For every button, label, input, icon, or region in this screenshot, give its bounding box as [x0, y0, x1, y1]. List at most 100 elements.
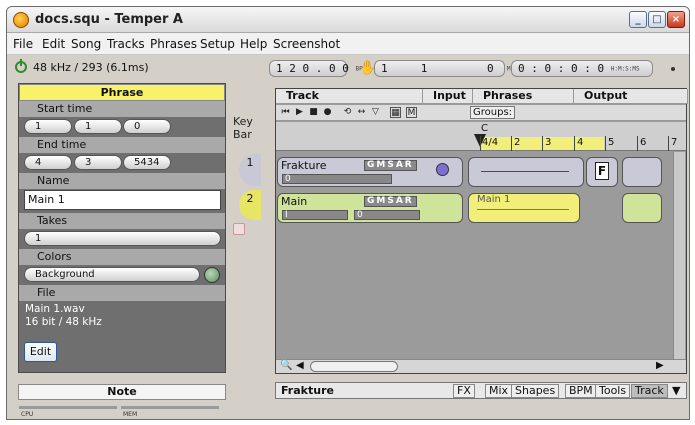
- stop-icon[interactable]: ■: [308, 107, 319, 118]
- ruler-tick: [511, 136, 512, 151]
- scroll-left-icon[interactable]: ◀: [296, 360, 304, 371]
- track-buttons[interactable]: GMSAR: [364, 160, 417, 171]
- menu-phrases[interactable]: Phrases: [150, 37, 197, 51]
- filter-icon[interactable]: ▽: [370, 107, 381, 118]
- transport-bar: 48 kHz / 293 (6.1ms) 1 2 0 . 0 0 BPM ✋ 1…: [7, 56, 689, 80]
- menu-tracks[interactable]: Tracks: [107, 37, 145, 51]
- timeline-ruler[interactable]: C 4/4 2 3 4 5 6 7: [276, 122, 686, 151]
- menu-help[interactable]: Help: [240, 37, 267, 51]
- dropdown-arrow-icon[interactable]: ▼: [672, 384, 680, 397]
- menu-edit[interactable]: Edit: [42, 37, 65, 51]
- pan-fader[interactable]: 0: [354, 210, 420, 220]
- tab-bpm[interactable]: BPM: [565, 384, 597, 398]
- close-button[interactable]: ×: [667, 11, 685, 28]
- vertical-scrollbar[interactable]: [673, 152, 685, 359]
- ruler-tick: [605, 136, 606, 151]
- window-title: docs.squ - Temper A: [35, 12, 183, 27]
- zoom-icon[interactable]: 🔍: [280, 360, 292, 371]
- edit-button[interactable]: Edit: [24, 342, 57, 362]
- minimize-button[interactable]: _: [629, 11, 647, 28]
- grid-icon[interactable]: ▦: [390, 107, 401, 118]
- output-send-2[interactable]: [622, 193, 662, 223]
- track-name[interactable]: Main: [281, 195, 307, 208]
- color-select[interactable]: Background: [24, 267, 200, 282]
- track-header-2[interactable]: Main GMSAR I 0: [277, 193, 463, 223]
- tab-mix[interactable]: Mix: [485, 384, 513, 398]
- track-row-1[interactable]: Frakture GMSAR 0 F: [276, 155, 686, 189]
- name-label: Name: [19, 173, 225, 189]
- rewind-icon[interactable]: ⏮: [280, 107, 291, 118]
- output-send-1[interactable]: [622, 157, 662, 187]
- menu-bar: File Edit Song Tracks Phrases Setup Help…: [7, 33, 689, 55]
- ruler-label-sig: 4/4: [482, 137, 499, 148]
- waveform: [477, 209, 569, 210]
- track-row-2[interactable]: Main GMSAR I 0 Main 1: [276, 191, 686, 225]
- menu-file[interactable]: File: [13, 37, 33, 51]
- end-beat-field[interactable]: 3: [74, 155, 122, 170]
- start-tick-field[interactable]: 0: [123, 119, 171, 134]
- metronome-icon[interactable]: M: [406, 107, 417, 118]
- track-number-2[interactable]: 2: [239, 190, 261, 220]
- takes-label: Takes: [19, 213, 225, 229]
- track-buttons[interactable]: GMSAR: [364, 196, 417, 207]
- play-icon[interactable]: ▶: [294, 107, 305, 118]
- phrase-clip-main-1[interactable]: Main 1: [468, 193, 580, 223]
- takes-field[interactable]: 1: [24, 231, 221, 246]
- menu-setup[interactable]: Setup: [200, 37, 235, 51]
- file-label: File: [19, 285, 225, 301]
- note-header[interactable]: Note: [18, 384, 226, 400]
- track-number-1[interactable]: 1: [239, 154, 261, 186]
- power-icon[interactable]: [15, 59, 27, 73]
- start-beat-field[interactable]: 1: [74, 119, 122, 134]
- cpu-label: CPU: [21, 411, 34, 418]
- end-bar-field[interactable]: 4: [24, 155, 72, 170]
- status-dot-icon: [671, 67, 675, 71]
- phrase-clip-1[interactable]: [468, 157, 584, 187]
- horizontal-scrollbar[interactable]: 🔍 ◀ ▶: [276, 359, 686, 373]
- track-header-1[interactable]: Frakture GMSAR 0: [277, 157, 463, 187]
- menu-screenshot[interactable]: Screenshot: [273, 37, 340, 51]
- track-name[interactable]: Frakture: [281, 159, 327, 172]
- mbt-display[interactable]: 1 1 0 MBT: [374, 60, 518, 77]
- ruler-tick: [542, 136, 543, 151]
- end-tick-field[interactable]: 5434: [123, 155, 171, 170]
- tab-track[interactable]: Track: [631, 384, 668, 398]
- loop-icon[interactable]: ⟲: [342, 107, 353, 118]
- output-label: F: [595, 162, 609, 180]
- ruler-tick: [637, 136, 638, 151]
- color-swatch-icon[interactable]: [204, 267, 220, 283]
- start-bar-field[interactable]: 1: [24, 119, 72, 134]
- volume-fader[interactable]: 0: [282, 174, 392, 184]
- bpm-display[interactable]: 1 2 0 . 0 0 BPM: [269, 60, 366, 77]
- colors-row: Background: [19, 265, 225, 285]
- groups-label[interactable]: Groups:: [470, 106, 516, 119]
- mem-label: MEM: [123, 411, 138, 418]
- menu-song[interactable]: Song: [71, 37, 101, 51]
- tab-tools[interactable]: Tools: [595, 384, 631, 398]
- marker-c[interactable]: C: [481, 123, 488, 134]
- arranger-toolbar: ⏮ ▶ ■ ● ⟲ ↔ ▽ ▦ M Groups:: [276, 105, 686, 121]
- maximize-button[interactable]: □: [648, 11, 666, 28]
- title-bar: docs.squ - Temper A _ □ ×: [7, 7, 689, 33]
- clip-name: Main 1: [477, 194, 511, 205]
- time-display[interactable]: 0 : 0 : 0 : 0 H:M:S:MS: [511, 60, 653, 77]
- input-column-header: Input: [423, 89, 473, 104]
- file-format: 16 bit / 48 kHz: [25, 316, 102, 328]
- input-icon[interactable]: [436, 163, 449, 176]
- start-time-label: Start time: [19, 101, 225, 117]
- scroll-right-icon[interactable]: ▶: [656, 360, 664, 371]
- record-icon[interactable]: ●: [322, 107, 333, 118]
- volume-fader[interactable]: I: [282, 210, 348, 220]
- add-track-icon[interactable]: [233, 223, 245, 235]
- ruler-label-7: 7: [671, 137, 678, 148]
- punch-icon[interactable]: ↔: [356, 107, 367, 118]
- phrase-name-input[interactable]: Main 1: [24, 190, 221, 210]
- scroll-thumb[interactable]: [310, 361, 398, 372]
- arranger: Track Input Phrases Output ⏮ ▶ ■ ● ⟲ ↔ ▽…: [275, 88, 688, 374]
- output-clip-1[interactable]: F: [586, 157, 618, 187]
- phrase-header: Phrase: [19, 84, 225, 101]
- tab-fx[interactable]: FX: [453, 384, 475, 398]
- ruler-tick: [480, 136, 481, 151]
- tab-shapes[interactable]: Shapes: [511, 384, 560, 398]
- bar-label: Bar: [233, 128, 252, 141]
